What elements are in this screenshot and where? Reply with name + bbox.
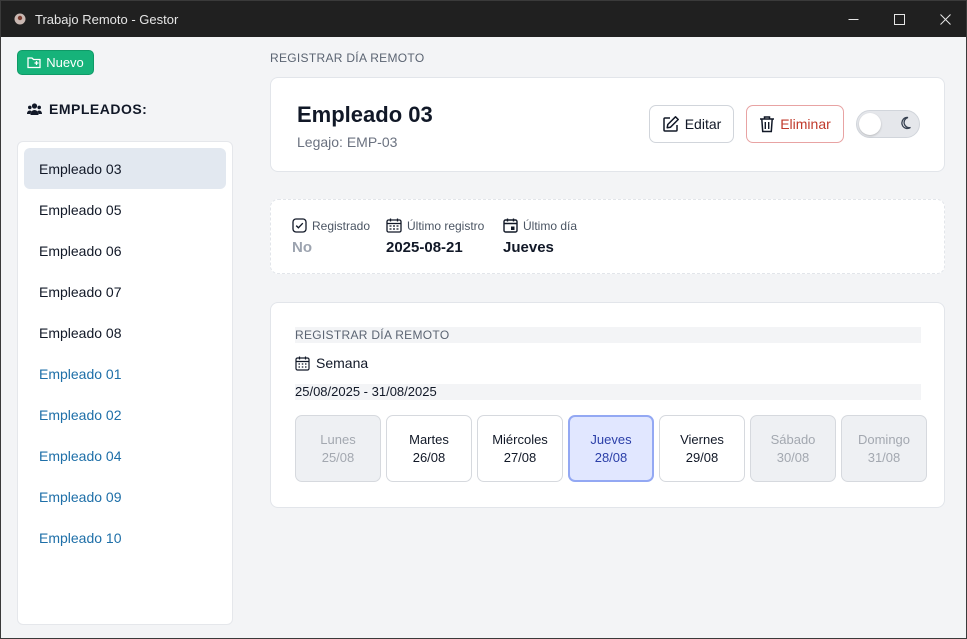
week-title: Semana (295, 355, 368, 371)
stat-registered: Registrado No (292, 218, 370, 256)
toggle-knob (859, 113, 881, 135)
week-title-label: Semana (316, 355, 369, 371)
week-card: REGISTRAR DÍA REMOTO Semana 25/08/2025 -… (270, 302, 945, 508)
day-date: 29/08 (685, 450, 719, 465)
employee-item[interactable]: Empleado 06 (24, 230, 226, 271)
day-date: 25/08 (321, 450, 355, 465)
close-icon (939, 13, 951, 25)
edit-button-label: Editar (684, 116, 722, 132)
day-date: 27/08 (503, 450, 537, 465)
calendar-grid-icon (386, 218, 402, 233)
day-button-saturday[interactable]: Sábado 30/08 (750, 415, 836, 482)
section-label: REGISTRAR DÍA REMOTO (270, 51, 425, 65)
day-name: Martes (409, 432, 449, 447)
day-name: Lunes (320, 432, 356, 447)
stat-last-record: Último registro 2025-08-21 (386, 218, 484, 256)
employee-item[interactable]: Empleado 10 (24, 517, 226, 558)
employee-name: Empleado 03 (297, 102, 433, 127)
day-button-monday[interactable]: Lunes 25/08 (295, 415, 381, 482)
week-range: 25/08/2025 - 31/08/2025 (295, 384, 921, 400)
delete-button[interactable]: Eliminar (746, 105, 844, 143)
maximize-icon (893, 13, 905, 25)
day-name: Miércoles (492, 432, 548, 447)
day-date: 30/08 (776, 450, 810, 465)
calendar-day-icon (503, 218, 518, 233)
employee-header-card: Empleado 03 Legajo: EMP-03 Editar Elimin… (270, 77, 945, 172)
stat-registered-label: Registrado (312, 218, 371, 233)
stats-card: Registrado No Último registro 2025-08-21 (270, 199, 945, 274)
theme-toggle[interactable] (856, 110, 920, 138)
stat-last-record-label: Último registro (407, 218, 485, 233)
week-section-label: REGISTRAR DÍA REMOTO (295, 327, 921, 343)
day-name: Sábado (770, 432, 816, 447)
app-icon (14, 13, 26, 25)
day-name: Domingo (857, 432, 911, 447)
window-title: Trabajo Remoto - Gestor (35, 11, 179, 27)
new-button[interactable]: Nuevo (17, 50, 94, 75)
day-name: Viernes (680, 432, 724, 447)
check-square-icon (292, 218, 307, 233)
day-button-sunday[interactable]: Domingo 31/08 (841, 415, 927, 482)
app-content: Nuevo EMPLEADOS: Empleado 03 Empleado 05… (2, 37, 966, 638)
employee-item[interactable]: Empleado 07 (24, 271, 226, 312)
delete-button-label: Eliminar (780, 116, 831, 132)
edit-button[interactable]: Editar (649, 105, 734, 143)
day-button-tuesday[interactable]: Martes 26/08 (386, 415, 472, 482)
edit-icon (662, 116, 679, 132)
employees-heading: EMPLEADOS: (27, 101, 147, 117)
close-button[interactable] (922, 1, 966, 37)
employee-item[interactable]: Empleado 02 (24, 394, 226, 435)
trash-icon (760, 116, 775, 133)
day-button-thursday[interactable]: Jueves 28/08 (568, 415, 654, 482)
employee-item[interactable]: Empleado 03 (24, 148, 226, 189)
employee-list: Empleado 03 Empleado 05 Empleado 06 Empl… (17, 141, 233, 625)
users-icon (27, 103, 42, 115)
minimize-button[interactable] (830, 1, 876, 37)
day-button-friday[interactable]: Viernes 29/08 (659, 415, 745, 482)
day-date: 28/08 (594, 450, 628, 465)
stat-last-day: Último día Jueves (503, 218, 577, 256)
stat-registered-value: No (292, 239, 312, 256)
stat-last-day-value: Jueves (503, 239, 554, 256)
employee-item[interactable]: Empleado 04 (24, 435, 226, 476)
stat-last-day-label: Último día (523, 218, 578, 233)
app-window: Trabajo Remoto - Gestor Nuevo EMPLEADOS:… (0, 0, 967, 639)
title-bar: Trabajo Remoto - Gestor (1, 1, 966, 37)
employee-item[interactable]: Empleado 05 (24, 189, 226, 230)
employee-legajo: Legajo: EMP-03 (297, 134, 398, 150)
employee-item[interactable]: Empleado 08 (24, 312, 226, 353)
stat-last-record-value: 2025-08-21 (386, 239, 463, 256)
minimize-icon (848, 18, 858, 20)
day-button-wednesday[interactable]: Miércoles 27/08 (477, 415, 563, 482)
employees-heading-label: EMPLEADOS: (49, 101, 148, 117)
day-date: 31/08 (867, 450, 901, 465)
day-selector: Lunes 25/08 Martes 26/08 Miércoles 27/08… (295, 415, 927, 482)
maximize-button[interactable] (876, 1, 922, 37)
moon-icon (901, 116, 911, 130)
calendar-icon (295, 356, 310, 371)
day-date: 26/08 (412, 450, 446, 465)
employee-item[interactable]: Empleado 09 (24, 476, 226, 517)
folder-plus-icon (27, 57, 41, 69)
day-name: Jueves (590, 432, 632, 447)
employee-item[interactable]: Empleado 01 (24, 353, 226, 394)
new-button-label: Nuevo (46, 55, 84, 70)
